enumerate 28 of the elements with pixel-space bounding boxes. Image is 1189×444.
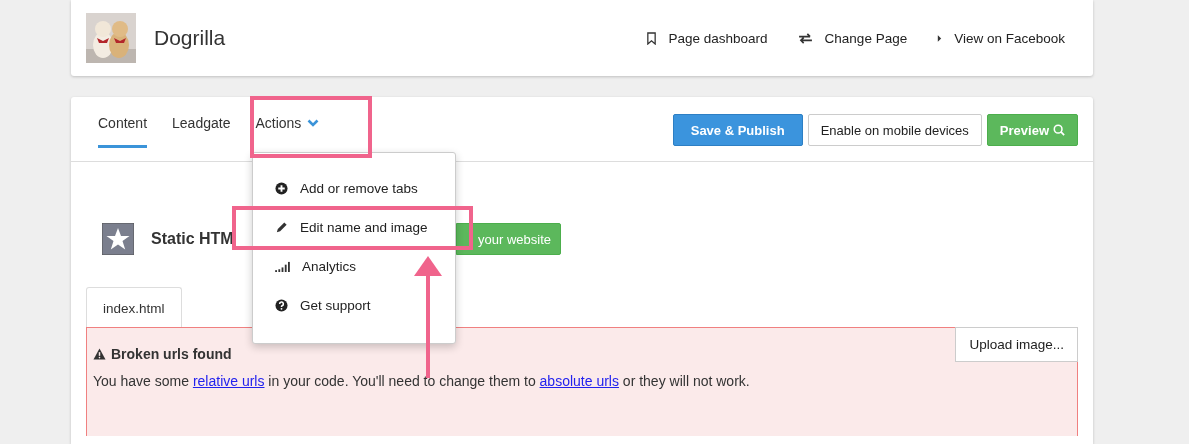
tab[interactable]: Leadgate [172, 115, 231, 148]
link[interactable]: absolute urls [539, 373, 619, 389]
header-link[interactable]: Change Page [797, 30, 908, 46]
alert-title-text: Broken urls found [111, 346, 232, 362]
star-icon [102, 223, 134, 255]
enable-mobile-button[interactable]: Enable on mobile devices [807, 114, 982, 146]
header-link[interactable]: Page dashboard [645, 30, 768, 46]
caret-icon [937, 33, 943, 43]
chevron-down-icon [307, 119, 320, 127]
alert-message: You have some relative urls in your code. You'll need to change them to absolute urls or they will not work. [93, 373, 751, 389]
pencil-icon [275, 221, 288, 234]
search-icon [1053, 124, 1065, 136]
signal-bars-icon [275, 261, 290, 272]
menu-item[interactable]: Get support [253, 286, 455, 325]
menu-item[interactable]: Add or remove tabs [253, 169, 455, 208]
question-circle-icon [275, 299, 288, 312]
page-name: Dogrilla [154, 26, 226, 50]
plus-circle-icon [275, 182, 288, 195]
menu-item[interactable]: Analytics [253, 247, 455, 286]
bookmark-icon [645, 31, 657, 45]
file-tab[interactable]: index.html [86, 287, 182, 328]
upload-image-button[interactable]: Upload image... [955, 327, 1078, 362]
tab[interactable]: Content [98, 115, 148, 148]
swap-arrows-icon [797, 32, 813, 44]
header-link[interactable]: View on Facebook [937, 30, 1065, 46]
dropdown-tab[interactable]: Actions [255, 115, 320, 148]
link[interactable]: relative urls [192, 373, 265, 389]
warning-icon [93, 348, 106, 360]
